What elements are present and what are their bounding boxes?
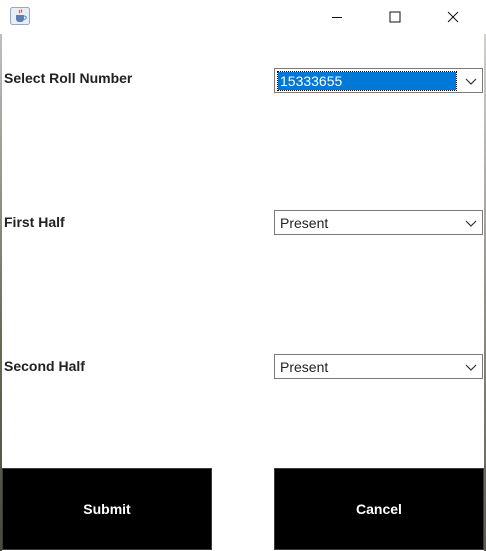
attendance-window: Select Roll Number 15333655 First Half P… xyxy=(0,0,486,551)
first-half-label: First Half xyxy=(4,214,65,230)
close-button[interactable] xyxy=(430,0,476,34)
maximize-icon xyxy=(389,11,401,23)
minimize-icon xyxy=(332,17,342,18)
java-cup-icon[interactable] xyxy=(10,7,30,25)
chevron-down-icon xyxy=(465,78,477,85)
close-icon xyxy=(447,11,459,23)
first-half-dropdown[interactable]: Present xyxy=(274,210,483,235)
roll-number-dropdown[interactable]: 15333655 xyxy=(274,68,483,93)
chevron-down-icon xyxy=(465,220,477,227)
second-half-label: Second Half xyxy=(4,358,85,374)
title-bar[interactable] xyxy=(0,0,486,34)
second-half-value: Present xyxy=(280,359,329,375)
roll-number-label: Select Roll Number xyxy=(4,70,133,86)
first-half-value: Present xyxy=(280,215,329,231)
maximize-button[interactable] xyxy=(372,0,418,34)
second-half-dropdown[interactable]: Present xyxy=(274,354,483,379)
chevron-down-icon xyxy=(465,364,477,371)
roll-number-value: 15333655 xyxy=(277,71,457,91)
cancel-button[interactable]: Cancel xyxy=(274,468,484,550)
minimize-button[interactable] xyxy=(314,0,360,34)
submit-button[interactable]: Submit xyxy=(2,468,212,550)
